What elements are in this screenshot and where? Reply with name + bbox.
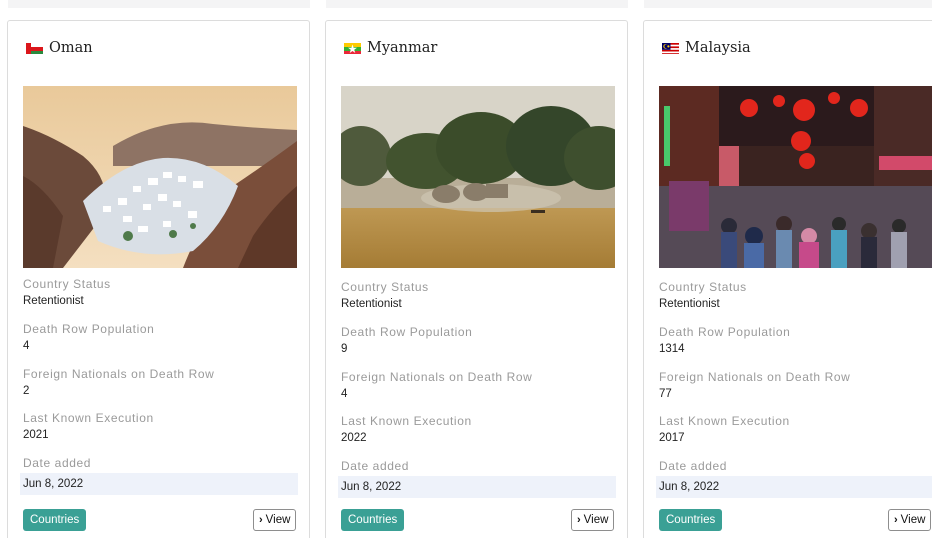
field-label: Country Status [659, 280, 747, 294]
last-execution-value: 2021 [23, 429, 49, 441]
chevron-right-icon: › [577, 514, 581, 526]
view-button-label: View [265, 514, 291, 526]
field-label: Last Known Execution [341, 414, 472, 428]
view-button-label: View [583, 514, 609, 526]
malaysia-flag-icon [662, 42, 679, 54]
date-added-value: Jun 8, 2022 [20, 473, 298, 495]
date-added-text: Jun 8, 2022 [659, 481, 720, 493]
chevron-right-icon: › [259, 514, 263, 526]
last-execution-value: 2017 [659, 432, 685, 444]
field-label: Last Known Execution [659, 414, 790, 428]
field-label: Death Row Population [23, 322, 155, 336]
view-button[interactable]: › View [888, 509, 932, 531]
foreign-nationals-value: 4 [341, 388, 348, 400]
field-label: Foreign Nationals on Death Row [341, 370, 533, 384]
country-card-malaysia: Malaysia Country Status Retentionist Dea… [643, 20, 932, 538]
date-added-value: Jun 8, 2022 [338, 476, 616, 498]
card-header[interactable]: Oman [8, 36, 309, 60]
foreign-nationals-value: 77 [659, 388, 672, 400]
field-label: Death Row Population [659, 325, 791, 339]
countries-tag-button[interactable]: Countries [659, 509, 723, 531]
field-label: Date added [23, 456, 92, 470]
countries-tag-button[interactable]: Countries [341, 509, 405, 531]
death-row-population-value: 9 [341, 343, 348, 355]
last-execution-value: 2022 [341, 432, 367, 444]
myanmar-flag-icon [344, 42, 361, 54]
country-card-myanmar: Myanmar Country Status Retentionist Deat… [325, 20, 628, 538]
field-label: Country Status [23, 277, 111, 291]
field-label: Date added [659, 459, 728, 473]
country-photo[interactable] [341, 86, 615, 268]
oman-flag-icon [26, 42, 43, 54]
date-added-text: Jun 8, 2022 [341, 481, 402, 493]
top-strip [8, 0, 310, 8]
date-added-text: Jun 8, 2022 [23, 478, 84, 490]
view-button[interactable]: › View [571, 509, 615, 531]
country-photo[interactable] [659, 86, 932, 268]
field-label: Date added [341, 459, 410, 473]
death-row-population-value: 1314 [659, 343, 685, 355]
chevron-right-icon: › [894, 514, 898, 526]
country-status-value: Retentionist [23, 295, 84, 307]
card-title: Oman [49, 40, 93, 56]
view-button[interactable]: › View [253, 509, 297, 531]
card-header[interactable]: Malaysia [644, 36, 932, 60]
field-label: Country Status [341, 280, 429, 294]
top-strip [326, 0, 628, 8]
card-title: Myanmar [367, 40, 438, 56]
field-label: Foreign Nationals on Death Row [23, 367, 215, 381]
view-button-label: View [900, 514, 926, 526]
foreign-nationals-value: 2 [23, 385, 30, 397]
field-label: Death Row Population [341, 325, 473, 339]
death-row-population-value: 4 [23, 340, 30, 352]
date-added-value: Jun 8, 2022 [656, 476, 932, 498]
country-status-value: Retentionist [659, 298, 720, 310]
countries-tag-button[interactable]: Countries [23, 509, 87, 531]
card-header[interactable]: Myanmar [326, 36, 627, 60]
card-title: Malaysia [685, 40, 751, 56]
top-strip [644, 0, 932, 8]
country-photo[interactable] [23, 86, 297, 268]
field-label: Foreign Nationals on Death Row [659, 370, 851, 384]
country-card-oman: Oman Country Status Retentionist Death R… [7, 20, 310, 538]
field-label: Last Known Execution [23, 411, 154, 425]
country-status-value: Retentionist [341, 298, 402, 310]
